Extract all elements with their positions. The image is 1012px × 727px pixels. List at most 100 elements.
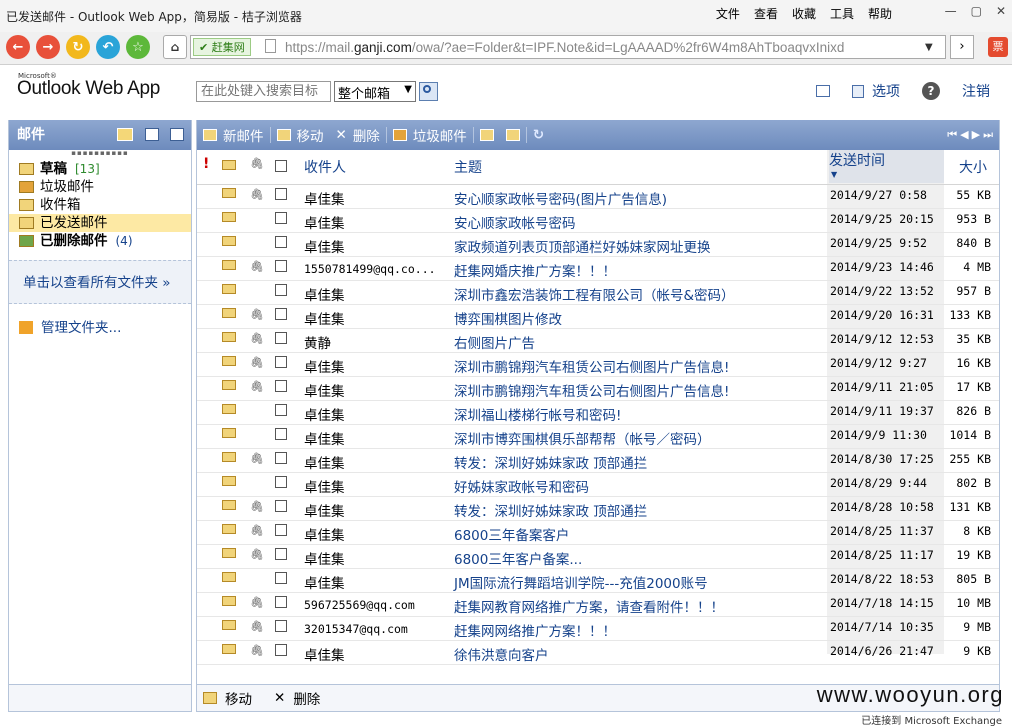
message-subject[interactable]: 转发：深圳好姊妹家政 顶部通拦: [454, 500, 647, 520]
message-row[interactable]: 卓佳集 深圳福山楼梯行帐号和密码! 2014/9/11 19:37 826 B: [197, 401, 999, 425]
subject-column-header[interactable]: 主题: [454, 157, 482, 177]
message-checkbox[interactable]: [275, 308, 287, 320]
message-row[interactable]: 卓佳集 深圳市博弈围棋俱乐部帮帮（帐号／密码） 2014/9/9 11:30 1014…: [197, 425, 999, 449]
message-checkbox[interactable]: [275, 404, 287, 416]
attachment-header-icon[interactable]: 🖇: [250, 157, 264, 170]
sent-column-header[interactable]: 发送时间 ▼: [829, 150, 944, 183]
message-row[interactable]: 🖇 卓佳集 6800三年客户备案... 2014/8/25 11:17 19 KB: [197, 545, 999, 569]
message-row[interactable]: 🖇 卓佳集 6800三年备案客户 2014/8/25 11:37 8 KB: [197, 521, 999, 545]
mail-view-icon[interactable]: [117, 128, 133, 141]
folder-item[interactable]: 收件箱: [9, 196, 191, 214]
maximize-icon[interactable]: ▢: [971, 4, 982, 18]
message-row[interactable]: 🖇 卓佳集 转发：深圳好姊妹家政 顶部通拦 2014/8/28 10:58 131 KB: [197, 497, 999, 521]
favorite-star-icon[interactable]: ☆: [126, 35, 150, 59]
message-row[interactable]: 卓佳集 家政频道列表页顶部通栏好姊妹家网址更换 2014/9/25 9:52 840 …: [197, 233, 999, 257]
folder-item[interactable]: 已发送邮件: [9, 214, 191, 232]
next-page-list-icon[interactable]: ▶: [972, 128, 980, 142]
search-input[interactable]: [196, 81, 331, 102]
search-scope-select[interactable]: 整个邮箱 ▼: [334, 81, 416, 102]
message-row[interactable]: 🖇 卓佳集 博弈围棋图片修改 2014/9/20 16:31 133 KB: [197, 305, 999, 329]
type-header-icon[interactable]: [222, 160, 236, 170]
home-icon[interactable]: ⌂: [163, 35, 187, 59]
to-column-header[interactable]: 收件人: [304, 157, 346, 177]
menu-favorites[interactable]: 收藏: [792, 5, 816, 22]
help-icon[interactable]: ?: [922, 82, 940, 100]
new-message-button[interactable]: 新邮件: [197, 125, 270, 145]
message-checkbox[interactable]: [275, 524, 287, 536]
url-text[interactable]: https://mail.ganji.com/owa/?ae=Folder&t=…: [285, 40, 915, 55]
message-checkbox[interactable]: [275, 476, 287, 488]
options-link[interactable]: 选项: [872, 81, 900, 101]
first-page-icon[interactable]: ⏮: [947, 128, 957, 142]
message-checkbox[interactable]: [275, 620, 287, 632]
message-row[interactable]: 🖇 卓佳集 转发：深圳好姊妹家政 顶部通拦 2014/8/30 17:25 255 KB: [197, 449, 999, 473]
importance-header-icon[interactable]: !: [203, 156, 209, 172]
manage-folders-link[interactable]: 管理文件夹...: [19, 316, 121, 336]
message-row[interactable]: 🖇 596725569@qq.com 赶集网教育网络推广方案，请查看附件！！！ 201…: [197, 593, 999, 617]
forward-icon[interactable]: →: [36, 35, 60, 59]
message-checkbox[interactable]: [275, 596, 287, 608]
select-all-checkbox[interactable]: [275, 160, 287, 172]
delete-button[interactable]: ✕ 删除: [330, 125, 386, 145]
view-all-folders-link[interactable]: 单击以查看所有文件夹 »: [9, 260, 191, 304]
message-subject[interactable]: 赶集网教育网络推广方案，请查看附件！！！: [454, 596, 724, 616]
message-checkbox[interactable]: [275, 188, 287, 200]
undo-icon[interactable]: ↶: [96, 35, 120, 59]
address-bar[interactable]: ✔ 赶集网 https://mail.ganji.com/owa/?ae=Fol…: [190, 35, 946, 59]
menu-help[interactable]: 帮助: [868, 5, 892, 22]
folder-item[interactable]: 已删除邮件 (4): [9, 232, 191, 250]
minimize-icon[interactable]: —: [945, 4, 957, 18]
message-subject[interactable]: 6800三年备案客户: [454, 524, 569, 544]
message-subject[interactable]: 深圳市鑫宏浩装饰工程有限公司（帐号&密码）: [454, 284, 735, 304]
message-checkbox[interactable]: [275, 572, 287, 584]
message-row[interactable]: 卓佳集 好姊妹家政帐号和密码 2014/8/29 9:44 802 B: [197, 473, 999, 497]
message-row[interactable]: 🖇 32015347@qq.com 赶集网网络推广方案！！！ 2014/7/14 10…: [197, 617, 999, 641]
menu-view[interactable]: 查看: [754, 5, 778, 22]
message-checkbox[interactable]: [275, 644, 287, 656]
message-subject[interactable]: 深圳市博弈围棋俱乐部帮帮（帐号／密码）: [454, 428, 711, 448]
message-subject[interactable]: 安心顺家政帐号密码: [454, 212, 576, 232]
message-checkbox[interactable]: [275, 212, 287, 224]
message-subject[interactable]: 赶集网婚庆推广方案！！！: [454, 260, 616, 280]
contacts-view-icon[interactable]: [170, 128, 184, 141]
move-button[interactable]: 移动: [271, 125, 330, 145]
message-subject[interactable]: JM国际流行舞蹈培训学院---充值2000账号: [454, 572, 708, 592]
refresh-icon[interactable]: ↻: [66, 35, 90, 59]
message-checkbox[interactable]: [275, 380, 287, 392]
message-checkbox[interactable]: [275, 284, 287, 296]
message-row[interactable]: 🖇 卓佳集 徐伟洪意向客户 2014/6/26 21:47 9 KB: [197, 641, 999, 665]
message-subject[interactable]: 赶集网网络推广方案！！！: [454, 620, 616, 640]
message-subject[interactable]: 徐伟洪意向客户: [454, 644, 549, 664]
message-subject[interactable]: 博弈围棋图片修改: [454, 308, 562, 328]
refresh-button[interactable]: ↻: [527, 127, 550, 143]
message-subject[interactable]: 好姊妹家政帐号和密码: [454, 476, 589, 496]
footer-delete-button[interactable]: ✕ 删除: [274, 688, 320, 708]
message-checkbox[interactable]: [275, 332, 287, 344]
calendar-view-icon[interactable]: [145, 128, 159, 141]
message-subject[interactable]: 安心顺家政帐号密码(图片广告信息): [454, 188, 667, 208]
message-subject[interactable]: 深圳市鹏锦翔汽车租赁公司右侧图片广告信息!: [454, 380, 729, 400]
message-checkbox[interactable]: [275, 260, 287, 272]
resize-grip[interactable]: ▪▪▪▪▪▪▪▪▪▪: [9, 150, 191, 160]
prev-page-icon[interactable]: ◀: [960, 128, 968, 142]
message-checkbox[interactable]: [275, 236, 287, 248]
back-icon[interactable]: ←: [6, 35, 30, 59]
message-row[interactable]: 卓佳集 深圳市鑫宏浩装饰工程有限公司（帐号&密码） 2014/9/22 13:52 9…: [197, 281, 999, 305]
logout-link[interactable]: 注销: [962, 81, 990, 101]
folder-item[interactable]: 垃圾邮件: [9, 178, 191, 196]
junk-button[interactable]: 垃圾邮件: [387, 125, 473, 145]
message-checkbox[interactable]: [275, 428, 287, 440]
message-row[interactable]: 卓佳集 JM国际流行舞蹈培训学院---充值2000账号 2014/8/22 18:5…: [197, 569, 999, 593]
message-subject[interactable]: 家政频道列表页顶部通栏好姊妹家网址更换: [454, 236, 711, 256]
message-row[interactable]: 🖇 1550781499@qq.co... 赶集网婚庆推广方案！！！ 2014/9/2…: [197, 257, 999, 281]
unread-button[interactable]: [500, 129, 526, 141]
message-checkbox[interactable]: [275, 548, 287, 560]
message-subject[interactable]: 深圳市鹏锦翔汽车租赁公司右侧图片广告信息!: [454, 356, 729, 376]
footer-move-button[interactable]: 移动: [203, 688, 252, 708]
message-row[interactable]: 🖇 黄静 右侧图片广告 2014/9/12 12:53 35 KB: [197, 329, 999, 353]
message-row[interactable]: 🖇 卓佳集 深圳市鹏锦翔汽车租赁公司右侧图片广告信息! 2014/9/11 21:05…: [197, 377, 999, 401]
menu-file[interactable]: 文件: [716, 5, 740, 22]
message-subject[interactable]: 右侧图片广告: [454, 332, 535, 352]
ticket-icon[interactable]: 票: [988, 37, 1008, 57]
search-button[interactable]: [419, 82, 438, 101]
